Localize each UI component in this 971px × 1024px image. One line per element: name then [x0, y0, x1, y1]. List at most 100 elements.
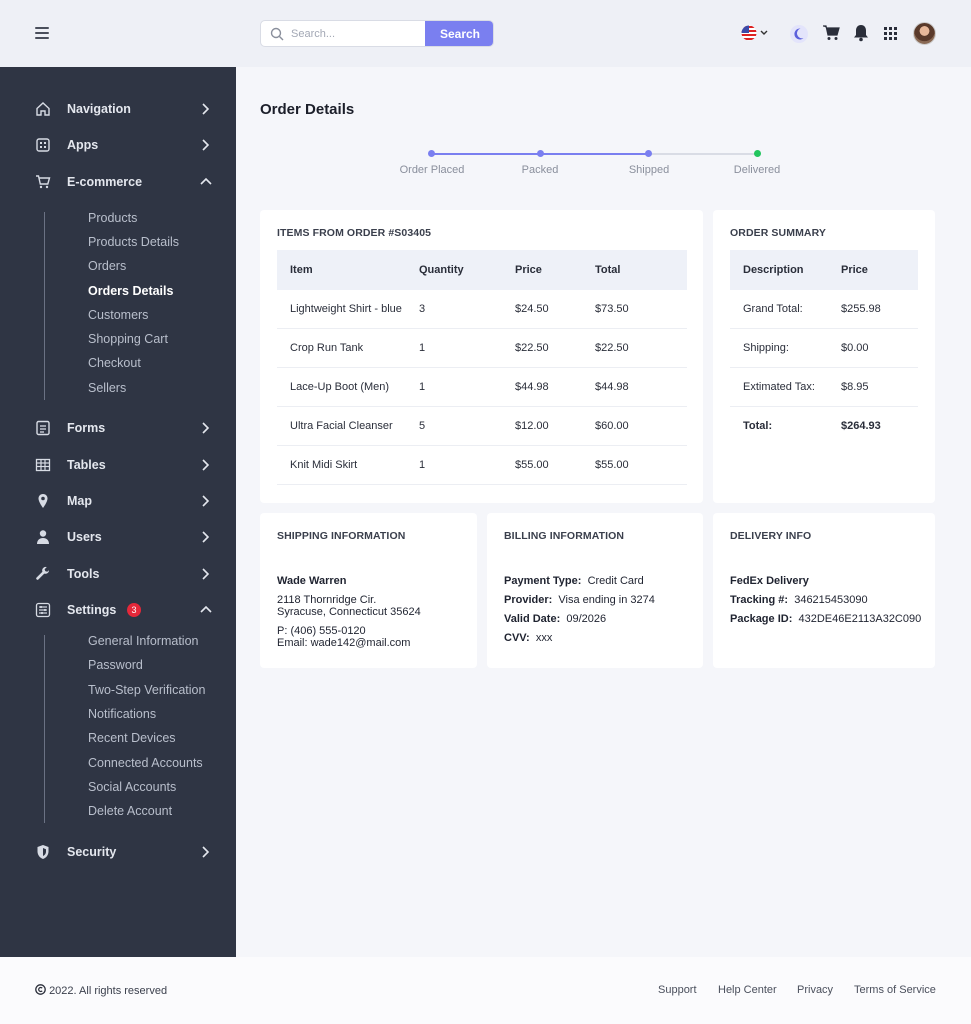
- apps-grid-icon[interactable]: [884, 27, 897, 40]
- item-name: Knit Midi Skirt: [290, 459, 358, 471]
- submenu-item-password[interactable]: Password: [88, 658, 143, 672]
- step-dot: [537, 150, 544, 157]
- sidebar-item-map[interactable]: Map: [0, 487, 236, 515]
- sidebar-item-label: Forms: [67, 421, 106, 435]
- order-items-card: ITEMS FROM ORDER #S03405 Item Quantity P…: [260, 210, 703, 503]
- shield-icon: [37, 845, 49, 859]
- submenu-item-recent-devices[interactable]: Recent Devices: [88, 731, 176, 745]
- column-header: Price: [841, 264, 868, 276]
- footer: 2022. All rights reserved Support Help C…: [0, 957, 971, 1024]
- submenu-item-shopping-cart[interactable]: Shopping Cart: [88, 332, 168, 346]
- sidebar-item-tools[interactable]: Tools: [0, 560, 236, 588]
- sidebar-item-label: Users: [67, 530, 102, 544]
- card-title: DELIVERY INFO: [730, 530, 812, 542]
- field-label: Tracking #:: [730, 594, 789, 606]
- table-row: Crop Run Tank 1 $22.50 $22.50: [277, 329, 687, 368]
- table-row: Ultra Facial Cleanser 5 $12.00 $60.00: [277, 407, 687, 446]
- item-name: Lace-Up Boot (Men): [290, 381, 390, 393]
- field-value: xxx: [535, 632, 553, 644]
- cvv: CVV: xxx: [504, 632, 552, 644]
- submenu-item-notifications[interactable]: Notifications: [88, 707, 156, 721]
- home-icon: [36, 102, 50, 116]
- us-flag-icon[interactable]: [741, 25, 771, 41]
- step-connector: [540, 153, 649, 155]
- footer-link-privacy[interactable]: Privacy: [797, 984, 833, 996]
- step-dot: [754, 150, 761, 157]
- footer-link-help-center[interactable]: Help Center: [718, 984, 777, 996]
- search-button[interactable]: Search: [425, 21, 493, 46]
- order-progress-stepper: Order Placed Packed Shipped Delivered: [380, 145, 800, 185]
- moon-icon[interactable]: [789, 24, 809, 44]
- column-header: Quantity: [419, 264, 464, 276]
- sidebar-item-navigation[interactable]: Navigation: [0, 95, 236, 123]
- submenu-item-checkout[interactable]: Checkout: [88, 356, 141, 370]
- provider: Provider: Visa ending in 3274: [504, 594, 655, 606]
- summary-value: $264.93: [841, 420, 881, 432]
- field-label: CVV:: [504, 632, 530, 644]
- sidebar-item-settings[interactable]: Settings 3: [0, 596, 236, 624]
- settings-sliders-icon: [35, 602, 51, 618]
- footer-link-terms[interactable]: Terms of Service: [854, 984, 936, 996]
- sidebar-item-tables[interactable]: Tables: [0, 451, 236, 479]
- chevron-right-icon: [202, 422, 210, 434]
- sidebar-item-security[interactable]: Security: [0, 838, 236, 866]
- column-header: Total: [595, 264, 621, 276]
- avatar[interactable]: [913, 22, 936, 45]
- summary-label: Extimated Tax:: [743, 381, 815, 393]
- submenu-item-orders[interactable]: Orders: [88, 259, 126, 273]
- table-row: Lightweight Shirt - blue 3 $24.50 $73.50: [277, 290, 687, 329]
- submenu-item-social-accounts[interactable]: Social Accounts: [88, 780, 176, 794]
- field-value: Credit Card: [587, 575, 644, 587]
- sidebar-item-apps[interactable]: Apps: [0, 131, 236, 159]
- bell-icon[interactable]: [853, 24, 869, 42]
- step-connector: [432, 153, 540, 155]
- search-input[interactable]: [291, 21, 421, 46]
- table-row: Knit Midi Skirt 1 $55.00 $55.00: [277, 446, 687, 485]
- cart-icon: [36, 175, 51, 189]
- summary-row: Shipping: $0.00: [730, 329, 918, 368]
- sidebar-item-ecommerce[interactable]: E-commerce: [0, 168, 236, 196]
- apps-icon: [36, 138, 50, 152]
- chevron-up-icon: [200, 605, 212, 613]
- item-quantity: 1: [419, 342, 426, 354]
- submenu-item-general-information[interactable]: General Information: [88, 634, 198, 648]
- sidebar-item-label: Navigation: [67, 102, 131, 116]
- submenu-item-products[interactable]: Products: [88, 211, 137, 225]
- column-header: Price: [515, 264, 542, 276]
- field-value: 432DE46E2113A32C090: [798, 613, 922, 625]
- item-price: $22.50: [515, 342, 549, 354]
- summary-value: $255.98: [841, 303, 881, 315]
- form-icon: [36, 420, 50, 436]
- customer-name: Wade Warren: [277, 575, 347, 587]
- item-price: $12.00: [515, 420, 549, 432]
- item-name: Crop Run Tank: [290, 342, 364, 354]
- cart-icon[interactable]: [822, 25, 840, 41]
- step-connector: [649, 153, 757, 155]
- submenu-item-connected-accounts[interactable]: Connected Accounts: [88, 756, 203, 770]
- submenu-item-customers[interactable]: Customers: [88, 308, 148, 322]
- field-value: Visa ending in 3274: [558, 594, 655, 606]
- chevron-right-icon: [202, 495, 210, 507]
- sidebar-item-label: E-commerce: [67, 175, 143, 189]
- notification-badge: 3: [127, 603, 141, 617]
- footer-link-support[interactable]: Support: [658, 984, 697, 996]
- table-row: Lace-Up Boot (Men) 1 $44.98 $44.98: [277, 368, 687, 407]
- submenu-item-sellers[interactable]: Sellers: [88, 381, 126, 395]
- menu-icon[interactable]: [35, 27, 49, 39]
- item-total: $22.50: [595, 342, 629, 354]
- item-price: $44.98: [515, 381, 549, 393]
- chevron-right-icon: [202, 103, 210, 115]
- submenu-item-delete-account[interactable]: Delete Account: [88, 804, 172, 818]
- field-label: Package ID:: [730, 613, 793, 625]
- sidebar-item-users[interactable]: Users: [0, 523, 236, 551]
- sidebar-item-forms[interactable]: Forms: [0, 414, 236, 442]
- submenu-item-two-step-verification[interactable]: Two-Step Verification: [88, 683, 205, 697]
- submenu-item-products-details[interactable]: Products Details: [88, 235, 179, 249]
- sidebar-item-label: Settings: [67, 603, 117, 617]
- item-total: $44.98: [595, 381, 629, 393]
- item-quantity: 5: [419, 420, 426, 432]
- step-dot: [645, 150, 652, 157]
- chevron-right-icon: [202, 531, 210, 543]
- copyright: 2022. All rights reserved: [35, 984, 167, 997]
- submenu-item-orders-details[interactable]: Orders Details: [88, 284, 173, 298]
